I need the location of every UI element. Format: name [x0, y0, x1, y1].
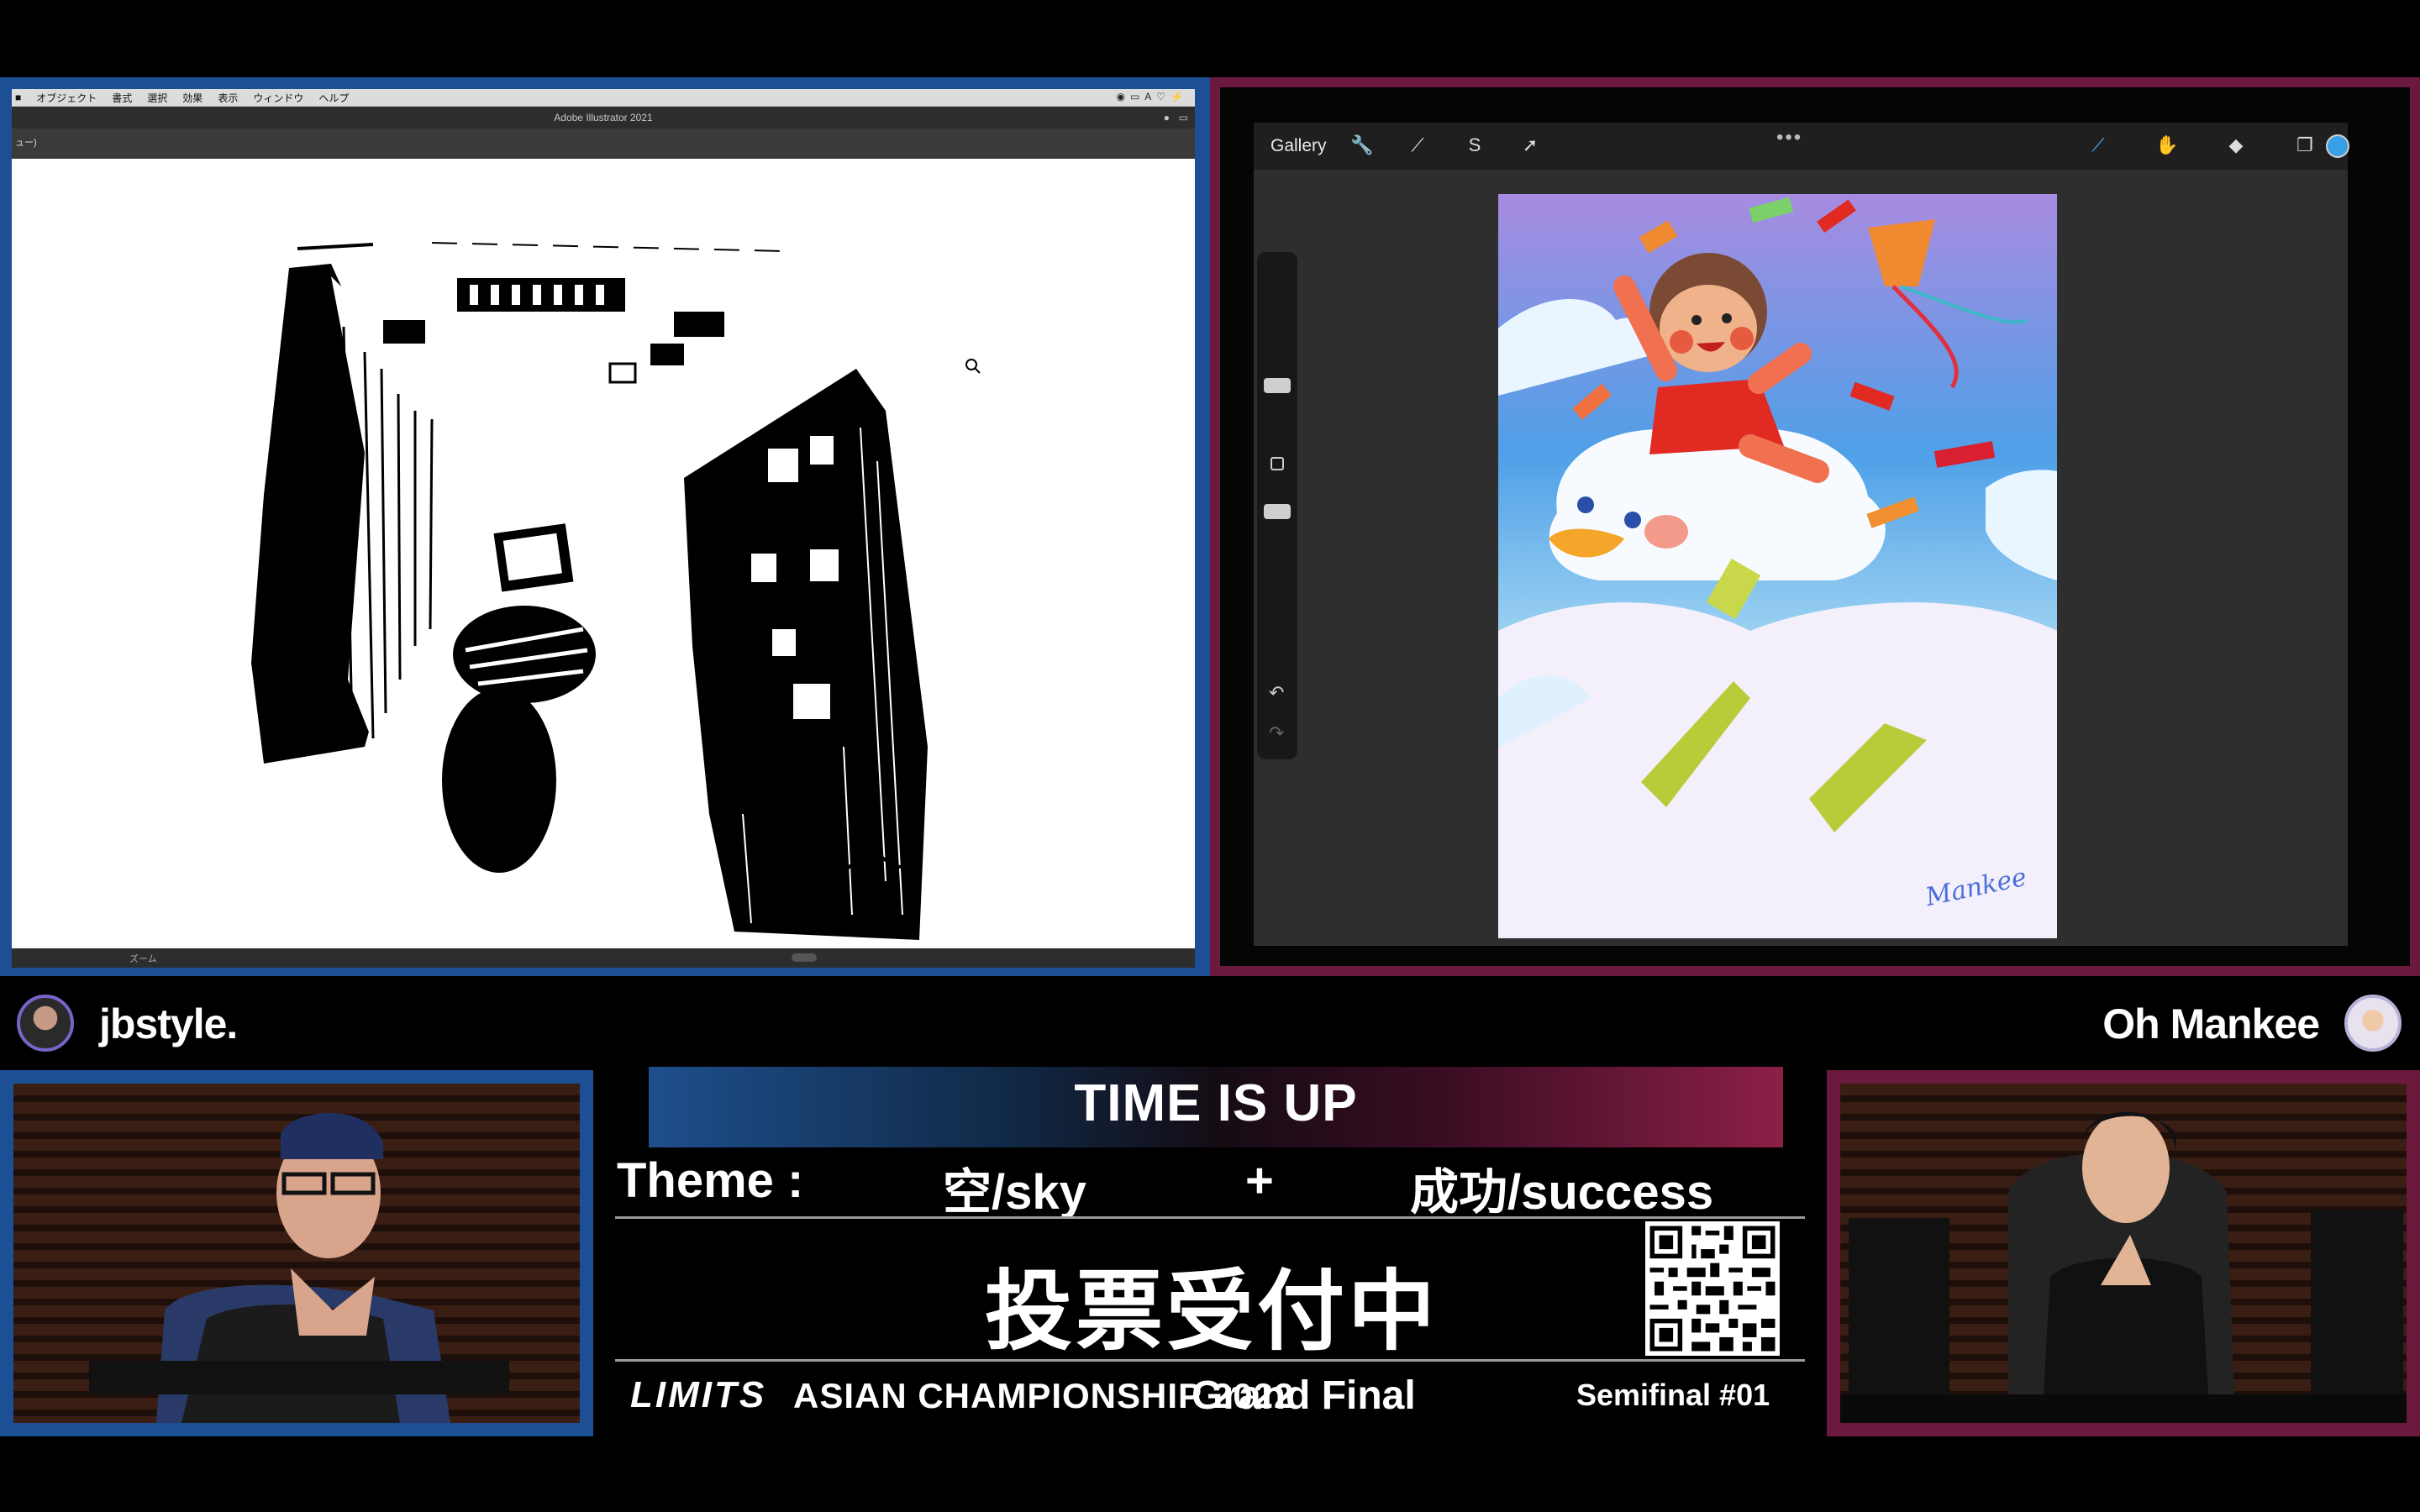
left-player-screen: ■ オブジェクト 書式 選択 効果 表示 ウィンドウ ヘルプ ◉▭A♡⚡ Ado…	[0, 77, 1210, 976]
color-picker-swatch[interactable]	[2326, 134, 2349, 158]
voting-open-text: 投票受付中	[984, 1263, 1439, 1361]
procreate-sidebar: ↶ ↷	[1257, 252, 1297, 759]
menu-item-select[interactable]: 選択	[147, 91, 167, 105]
right-player-name: Oh Mankee	[2102, 1000, 2320, 1047]
gallery-button[interactable]: Gallery	[1270, 136, 1327, 156]
illustrator-statusbar: ズーム	[12, 948, 1195, 968]
right-player-webcam	[1840, 1084, 2407, 1423]
wrench-icon[interactable]: 🔧	[1349, 133, 1375, 158]
voting-qr-code[interactable]	[1645, 1221, 1780, 1356]
selection-icon[interactable]: S	[1462, 133, 1487, 158]
ipad-frame: Gallery 🔧 ⟋ S ➚ ••• ⟋ ✋ ◆ ❐ ↶ ↷ Mankee	[1220, 87, 2410, 966]
more-options-icon[interactable]: •••	[1776, 126, 1802, 150]
brush-icon[interactable]: ⟋	[2086, 133, 2111, 158]
left-player-webcam	[13, 1084, 580, 1423]
sky-illustration	[1498, 194, 2057, 938]
divider	[615, 1359, 1805, 1362]
menu-item-effect[interactable]: 効果	[182, 91, 203, 105]
banner-text: TIME IS UP	[1074, 1074, 1358, 1132]
document-tabbar: ュー)	[12, 129, 1195, 159]
illustrator-artboard[interactable]	[12, 159, 1195, 948]
right-player-video	[1840, 1111, 2407, 1423]
zoom-status[interactable]: ズーム	[129, 952, 157, 965]
menu-item-window[interactable]: ウィンドウ	[253, 91, 303, 105]
procreate-screen: Gallery 🔧 ⟋ S ➚ ••• ⟋ ✋ ◆ ❐ ↶ ↷ Mankee	[1254, 123, 2349, 946]
ink-drawing-artwork	[251, 242, 981, 940]
theme-row: Theme : 空/sky + 成功/success	[615, 1149, 1815, 1220]
system-tray-icons[interactable]: ◉▭A♡⚡	[1116, 91, 1188, 102]
menu-item-help[interactable]: ヘルプ	[318, 91, 349, 105]
redo-icon[interactable]: ↷	[1269, 722, 1284, 744]
illustrator-titlebar: Adobe Illustrator 2021 ● ▭	[12, 107, 1195, 129]
brush-size-slider[interactable]	[1264, 378, 1291, 393]
apple-menu-icon[interactable]: ■	[15, 92, 21, 103]
theme-label: Theme :	[617, 1153, 804, 1208]
right-player-avatar	[2344, 995, 2402, 1052]
procreate-artwork[interactable]: Mankee	[1498, 194, 2057, 938]
menu-item-object[interactable]: オブジェクト	[36, 91, 97, 105]
smudge-icon[interactable]: ✋	[2154, 133, 2180, 158]
left-player-name: jbstyle.	[99, 1000, 238, 1047]
status-banner: TIME IS UP	[649, 1067, 1783, 1147]
qr-code-graphic	[1645, 1221, 1780, 1356]
account-icon[interactable]: ●	[1164, 107, 1170, 129]
limits-logo: LIMITS	[630, 1374, 767, 1415]
illustrator-window: ■ オブジェクト 書式 選択 効果 表示 ウィンドウ ヘルプ ◉▭A♡⚡ Ado…	[12, 89, 1195, 968]
document-tab[interactable]: ュー)	[15, 135, 37, 149]
left-player-webcam-frame	[0, 1070, 593, 1436]
panel-toggle-icon[interactable]: ▭	[1179, 107, 1188, 129]
modify-button[interactable]	[1270, 457, 1284, 470]
magic-wand-icon[interactable]: ⟋	[1405, 133, 1430, 158]
menu-item-view[interactable]: 表示	[218, 91, 238, 105]
horizontal-scrollbar[interactable]	[792, 953, 817, 962]
transform-icon[interactable]: ➚	[1518, 133, 1543, 158]
procreate-toolbar: Gallery 🔧 ⟋ S ➚ ••• ⟋ ✋ ◆ ❐	[1254, 123, 2349, 170]
right-player-screen: Gallery 🔧 ⟋ S ➚ ••• ⟋ ✋ ◆ ❐ ↶ ↷ Mankee	[1210, 77, 2420, 976]
opacity-slider[interactable]	[1264, 504, 1291, 519]
menu-item-type[interactable]: 書式	[112, 91, 132, 105]
layers-icon[interactable]: ❐	[2292, 133, 2317, 158]
left-player-avatar	[17, 995, 74, 1052]
right-player-webcam-frame	[1827, 1070, 2420, 1436]
event-stage: Grand Final	[1192, 1373, 1416, 1418]
illustrator-menubar: ■ オブジェクト 書式 選択 効果 表示 ウィンドウ ヘルプ ◉▭A♡⚡	[12, 89, 1195, 107]
theme-word-success: 成功/success	[1410, 1165, 1714, 1220]
window-title: Adobe Illustrator 2021	[554, 112, 653, 123]
divider	[615, 1216, 1805, 1219]
undo-icon[interactable]: ↶	[1269, 682, 1284, 704]
theme-plus: +	[1245, 1153, 1274, 1208]
theme-word-sky: 空/sky	[943, 1165, 1086, 1220]
eraser-icon[interactable]: ◆	[2223, 133, 2249, 158]
left-player-video	[89, 1113, 509, 1423]
match-round: Semifinal #01	[1576, 1378, 1770, 1412]
